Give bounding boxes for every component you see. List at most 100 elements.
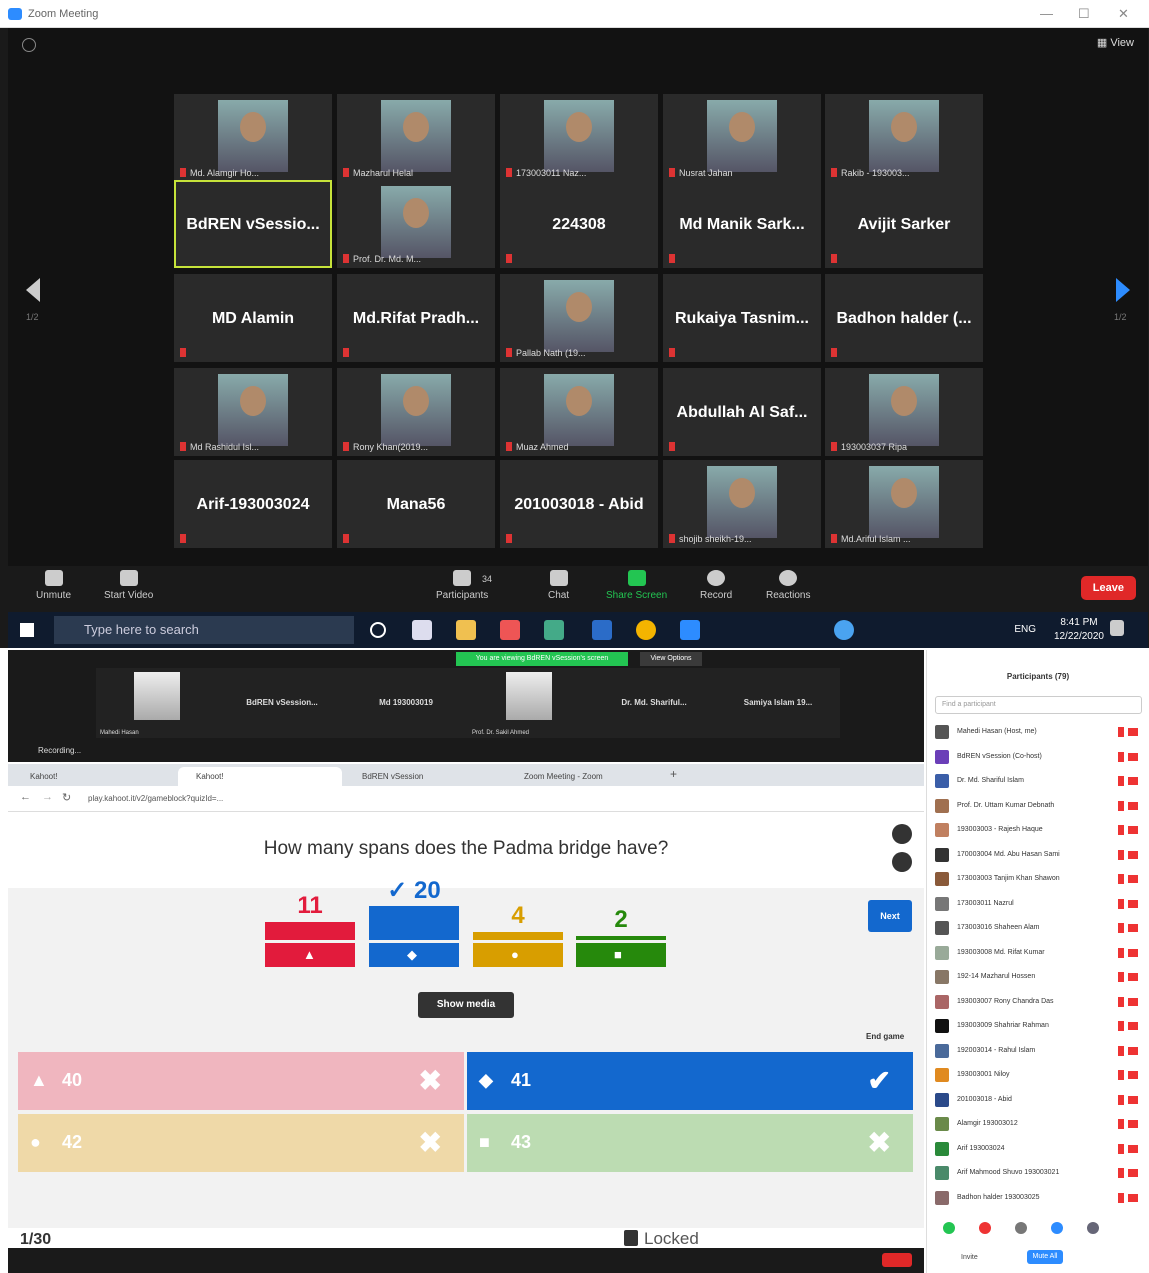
participant-row[interactable]: Prof. Dr. Uttam Kumar Debnath	[935, 796, 1142, 818]
participant-row[interactable]: 201003018 - Abid	[935, 1090, 1142, 1112]
participant-tile[interactable]: 173003011 Naz...	[500, 94, 658, 182]
mic-video-status-icon[interactable]	[1118, 1143, 1138, 1154]
participant-row[interactable]: Badhon halder 193003025	[935, 1188, 1142, 1210]
strip-participant-tile[interactable]: Dr. Md. Shariful...	[592, 668, 716, 738]
participant-tile[interactable]: Pallab Nath (19...	[500, 274, 658, 362]
mic-video-status-icon[interactable]	[1118, 825, 1138, 835]
mic-video-status-icon[interactable]	[1118, 800, 1138, 811]
mic-video-status-icon[interactable]	[1118, 947, 1138, 958]
end-game-button[interactable]: End game	[866, 1032, 904, 1041]
participant-row[interactable]: 173003011 Nazrul	[935, 894, 1142, 916]
browser-tab-active[interactable]: Kahoot!	[178, 767, 342, 786]
strip-participant-tile[interactable]: Mahedi Hasan	[96, 668, 220, 738]
participant-tile[interactable]: Nusrat Jahan	[663, 94, 821, 182]
mic-video-status-icon[interactable]	[1118, 776, 1138, 786]
next-button[interactable]: Next	[868, 900, 912, 932]
participant-tile[interactable]: 193003037 Ripa	[825, 368, 983, 456]
participants-button[interactable]: Participants	[436, 570, 488, 601]
participant-tile[interactable]: Mazharul Helal	[337, 94, 495, 182]
invite-button[interactable]: Invite	[961, 1254, 978, 1261]
settings-icon[interactable]	[892, 852, 912, 872]
participant-row[interactable]: 193003008 Md. Rifat Kumar	[935, 943, 1142, 965]
participant-tile[interactable]: Mana56	[337, 460, 495, 548]
reaction-faster-icon[interactable]	[1051, 1222, 1063, 1234]
strip-participant-tile[interactable]: Prof. Dr. Sakil Ahmed	[468, 668, 592, 738]
notification-icon[interactable]	[1110, 620, 1124, 636]
url-input[interactable]: play.kahoot.it/v2/gameblock?quizId=...	[88, 794, 223, 803]
reactions-button[interactable]: Reactions	[766, 570, 810, 601]
recording-indicator[interactable]: Recording...	[38, 746, 81, 755]
mic-video-status-icon[interactable]	[1118, 1168, 1138, 1178]
mic-video-status-icon[interactable]	[1118, 996, 1138, 1007]
participant-tile[interactable]: Md. Alamgir Ho...	[174, 94, 332, 182]
participant-row[interactable]: Dr. Md. Shariful Islam	[935, 771, 1142, 793]
strip-participant-tile[interactable]: Md 193003019	[344, 668, 468, 738]
mic-video-status-icon[interactable]	[1118, 1094, 1138, 1105]
participant-row[interactable]: 193003003 - Rajesh Haque	[935, 820, 1142, 842]
locked-status[interactable]: Locked	[624, 1229, 699, 1249]
participant-row[interactable]: 193003007 Rony Chandra Das	[935, 992, 1142, 1014]
participant-tile[interactable]: Abdullah Al Saf...	[663, 368, 821, 456]
reaction-slower-icon[interactable]	[1015, 1222, 1027, 1234]
participant-tile[interactable]: Md Manik Sark...	[663, 180, 821, 268]
strip-participant-tile[interactable]: Samiya Islam 19...	[716, 668, 840, 738]
participant-tile[interactable]: Md.Rifat Pradh...	[337, 274, 495, 362]
browser-tab[interactable]: BdREN vSession	[344, 767, 504, 786]
chrome-icon[interactable]	[636, 620, 656, 640]
participant-tile[interactable]: MD Alamin	[174, 274, 332, 362]
mic-video-status-icon[interactable]	[1118, 874, 1138, 884]
find-participant-input[interactable]: Find a participant	[935, 696, 1142, 714]
participant-row[interactable]: 173003016 Shaheen Alam	[935, 918, 1142, 940]
participant-tile[interactable]: Rakib - 193003...	[825, 94, 983, 182]
participant-tile[interactable]: Badhon halder (...	[825, 274, 983, 362]
participant-row[interactable]: 170003004 Md. Abu Hasan Sami	[935, 845, 1142, 867]
app-icon[interactable]	[500, 620, 520, 640]
start-video-button[interactable]: Start Video	[104, 570, 153, 601]
strip-participant-tile[interactable]: BdREN vSession...	[220, 668, 344, 738]
participant-row[interactable]: Arif 193003024	[935, 1139, 1142, 1161]
windows-start-icon[interactable]	[20, 623, 34, 637]
unmute-button[interactable]: Unmute	[36, 570, 71, 601]
reload-icon[interactable]: ↻	[62, 791, 71, 804]
participant-row[interactable]: Arif Mahmood Shuvo 193003021	[935, 1163, 1142, 1185]
participant-row[interactable]: Alamgir 193003012	[935, 1114, 1142, 1136]
leave-button[interactable]: Leave	[1080, 576, 1136, 600]
participant-tile[interactable]: Rony Khan(2019...	[337, 368, 495, 456]
browser-tab[interactable]: Zoom Meeting - Zoom	[506, 767, 666, 786]
participant-row[interactable]: 193003009 Shahriar Rahman	[935, 1016, 1142, 1038]
taskbar-search-input[interactable]: Type here to search	[54, 616, 354, 644]
close-icon[interactable]: ✕	[1118, 6, 1129, 22]
mute-all-button[interactable]: Mute All	[1027, 1250, 1063, 1264]
mic-video-status-icon[interactable]	[1118, 972, 1138, 982]
reaction-no-icon[interactable]	[979, 1222, 991, 1234]
participant-tile[interactable]: Md.Ariful Islam ...	[825, 460, 983, 548]
outlook-icon[interactable]	[592, 620, 612, 640]
participant-tile[interactable]: 201003018 - Abid	[500, 460, 658, 548]
mic-video-status-icon[interactable]	[1118, 1045, 1138, 1056]
info-icon[interactable]	[22, 38, 36, 52]
mic-video-status-icon[interactable]	[1118, 727, 1138, 737]
mic-video-status-icon[interactable]	[1118, 923, 1138, 933]
language-indicator[interactable]: ENG	[1014, 624, 1036, 635]
participant-tile[interactable]: Arif-193003024	[174, 460, 332, 548]
view-options-button[interactable]: View Options	[640, 652, 702, 666]
mic-video-status-icon[interactable]	[1118, 849, 1138, 860]
participant-row[interactable]: 192-14 Mazharul Hossen	[935, 967, 1142, 989]
participant-tile[interactable]: Rukaiya Tasnim...	[663, 274, 821, 362]
mic-video-status-icon[interactable]	[1118, 1021, 1138, 1031]
cortana-icon[interactable]	[370, 622, 386, 638]
new-tab-icon[interactable]: +	[670, 767, 677, 781]
participant-tile[interactable]: BdREN vSessio...	[174, 180, 332, 268]
forward-icon[interactable]: →	[42, 791, 53, 803]
reaction-yes-icon[interactable]	[943, 1222, 955, 1234]
system-clock[interactable]: 8:41 PM 12/22/2020	[1054, 616, 1104, 644]
prev-page-arrow-icon[interactable]	[26, 278, 40, 302]
participant-row[interactable]: 192003014 - Rahul Islam	[935, 1041, 1142, 1063]
mic-video-status-icon[interactable]	[1118, 898, 1138, 909]
app-icon[interactable]	[544, 620, 564, 640]
task-view-icon[interactable]	[412, 620, 432, 640]
mic-video-status-icon[interactable]	[1118, 1119, 1138, 1129]
record-button[interactable]: Record	[700, 570, 732, 601]
minimize-icon[interactable]: —	[1040, 6, 1053, 21]
zoom-taskbar-icon[interactable]	[680, 620, 700, 640]
